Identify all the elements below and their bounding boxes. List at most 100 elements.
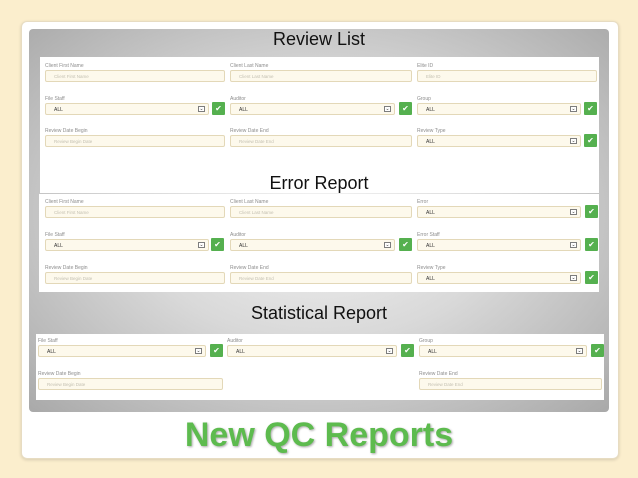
checkmark-icon[interactable]: ✔ bbox=[585, 205, 598, 218]
review-type-select[interactable]: ALL ⌄ bbox=[417, 135, 581, 147]
error-report-form: Client First Name Client First Name Clie… bbox=[39, 194, 599, 292]
chevron-down-icon[interactable]: ⌄ bbox=[384, 106, 391, 112]
select-value: ALL bbox=[426, 107, 435, 113]
review-type-select[interactable]: ALL ⌄ bbox=[417, 272, 581, 284]
input-placeholder: Review Begin Date bbox=[54, 139, 93, 144]
field-label: Error Staff bbox=[417, 232, 440, 238]
field-label: Review Type bbox=[417, 265, 446, 271]
checkmark-icon[interactable]: ✔ bbox=[585, 271, 598, 284]
checkmark-icon[interactable]: ✔ bbox=[211, 238, 224, 251]
select-value: ALL bbox=[426, 276, 435, 282]
field-label: Auditor bbox=[227, 338, 243, 344]
chevron-down-icon[interactable]: ⌄ bbox=[195, 348, 202, 354]
auditor-select[interactable]: ALL ⌄ bbox=[227, 345, 397, 357]
field-label: File Staff bbox=[45, 232, 65, 238]
chevron-down-icon[interactable]: ⌄ bbox=[570, 275, 577, 281]
checkmark-icon[interactable]: ✔ bbox=[591, 344, 604, 357]
field-label: Review Date Begin bbox=[45, 265, 88, 271]
input-placeholder: Review Date End bbox=[239, 276, 274, 281]
error-report-heading: Error Report bbox=[269, 173, 369, 193]
field-label: Review Date End bbox=[230, 128, 269, 134]
review-date-begin-input[interactable]: Review Begin Date bbox=[45, 135, 225, 147]
select-value: ALL bbox=[239, 243, 248, 249]
field-label: Client Last Name bbox=[230, 63, 269, 69]
field-label: Auditor bbox=[230, 232, 246, 238]
file-staff-select[interactable]: ALL ⌄ bbox=[45, 239, 209, 251]
auditor-select[interactable]: ALL ⌄ bbox=[230, 239, 395, 251]
input-placeholder: Elite ID bbox=[426, 74, 441, 79]
select-value: ALL bbox=[47, 349, 56, 355]
statistical-report-heading: Statistical Report bbox=[250, 303, 388, 323]
select-value: ALL bbox=[428, 349, 437, 355]
input-placeholder: Review Begin Date bbox=[54, 276, 93, 281]
group-select[interactable]: ALL ⌄ bbox=[419, 345, 587, 357]
select-value: ALL bbox=[54, 243, 63, 249]
input-placeholder: Client First Name bbox=[54, 74, 89, 79]
client-last-name-input[interactable]: Client Last Name bbox=[230, 206, 412, 218]
review-date-begin-input[interactable]: Review Begin Date bbox=[38, 378, 223, 390]
chevron-down-icon[interactable]: ⌄ bbox=[570, 106, 577, 112]
field-label: Review Date End bbox=[230, 265, 269, 271]
field-label: Elite ID bbox=[417, 63, 434, 69]
checkmark-icon[interactable]: ✔ bbox=[401, 344, 414, 357]
input-placeholder: Client Last Name bbox=[239, 74, 274, 79]
input-placeholder: Client First Name bbox=[54, 210, 89, 215]
field-label: File Staff bbox=[45, 96, 65, 102]
chevron-down-icon[interactable]: ⌄ bbox=[198, 106, 205, 112]
chevron-down-icon[interactable]: ⌄ bbox=[570, 138, 577, 144]
field-label: Review Date Begin bbox=[38, 371, 81, 377]
checkmark-icon[interactable]: ✔ bbox=[210, 344, 223, 357]
slide-title: New QC Reports bbox=[184, 416, 454, 454]
review-date-begin-input[interactable]: Review Begin Date bbox=[45, 272, 225, 284]
client-first-name-input[interactable]: Client First Name bbox=[45, 206, 225, 218]
elite-id-input[interactable]: Elite ID bbox=[417, 70, 597, 82]
field-label: Review Type bbox=[417, 128, 446, 134]
review-date-end-input[interactable]: Review Date End bbox=[230, 135, 412, 147]
error-select[interactable]: ALL ⌄ bbox=[417, 206, 581, 218]
group-select[interactable]: ALL ⌄ bbox=[417, 103, 581, 115]
error-staff-select[interactable]: ALL ⌄ bbox=[417, 239, 581, 251]
screenshot-panel: Review List Client First Name Client Fir… bbox=[29, 29, 609, 412]
chevron-down-icon[interactable]: ⌄ bbox=[570, 209, 577, 215]
checkmark-icon[interactable]: ✔ bbox=[585, 238, 598, 251]
file-staff-select[interactable]: ALL ⌄ bbox=[45, 103, 209, 115]
review-date-end-input[interactable]: Review Date End bbox=[230, 272, 412, 284]
field-label: File Staff bbox=[38, 338, 58, 344]
field-label: Group bbox=[417, 96, 431, 102]
chevron-down-icon[interactable]: ⌄ bbox=[386, 348, 393, 354]
select-value: ALL bbox=[239, 107, 248, 113]
select-value: ALL bbox=[426, 243, 435, 249]
select-value: ALL bbox=[236, 349, 245, 355]
input-placeholder: Review Date End bbox=[239, 139, 274, 144]
checkmark-icon[interactable]: ✔ bbox=[212, 102, 225, 115]
input-placeholder: Review Begin Date bbox=[47, 382, 86, 387]
file-staff-select[interactable]: ALL ⌄ bbox=[38, 345, 206, 357]
input-placeholder: Review Date End bbox=[428, 382, 463, 387]
statistical-report-form: File Staff ALL ⌄ ✔ Auditor ALL ⌄ ✔ Group… bbox=[36, 334, 604, 400]
field-label: Client Last Name bbox=[230, 199, 269, 205]
select-value: ALL bbox=[426, 139, 435, 145]
field-label: Group bbox=[419, 338, 433, 344]
field-label: Auditor bbox=[230, 96, 246, 102]
client-first-name-input[interactable]: Client First Name bbox=[45, 70, 225, 82]
field-label: Client First Name bbox=[45, 199, 84, 205]
review-list-heading: Review List bbox=[272, 29, 366, 49]
chevron-down-icon[interactable]: ⌄ bbox=[576, 348, 583, 354]
chevron-down-icon[interactable]: ⌄ bbox=[198, 242, 205, 248]
field-label: Review Date End bbox=[419, 371, 458, 377]
field-label: Review Date Begin bbox=[45, 128, 88, 134]
checkmark-icon[interactable]: ✔ bbox=[584, 134, 597, 147]
input-placeholder: Client Last Name bbox=[239, 210, 274, 215]
select-value: ALL bbox=[54, 107, 63, 113]
select-value: ALL bbox=[426, 210, 435, 216]
review-date-end-input[interactable]: Review Date End bbox=[419, 378, 602, 390]
auditor-select[interactable]: ALL ⌄ bbox=[230, 103, 395, 115]
checkmark-icon[interactable]: ✔ bbox=[399, 102, 412, 115]
field-label: Client First Name bbox=[45, 63, 84, 69]
field-label: Error bbox=[417, 199, 429, 205]
checkmark-icon[interactable]: ✔ bbox=[584, 102, 597, 115]
client-last-name-input[interactable]: Client Last Name bbox=[230, 70, 412, 82]
chevron-down-icon[interactable]: ⌄ bbox=[570, 242, 577, 248]
checkmark-icon[interactable]: ✔ bbox=[399, 238, 412, 251]
chevron-down-icon[interactable]: ⌄ bbox=[384, 242, 391, 248]
